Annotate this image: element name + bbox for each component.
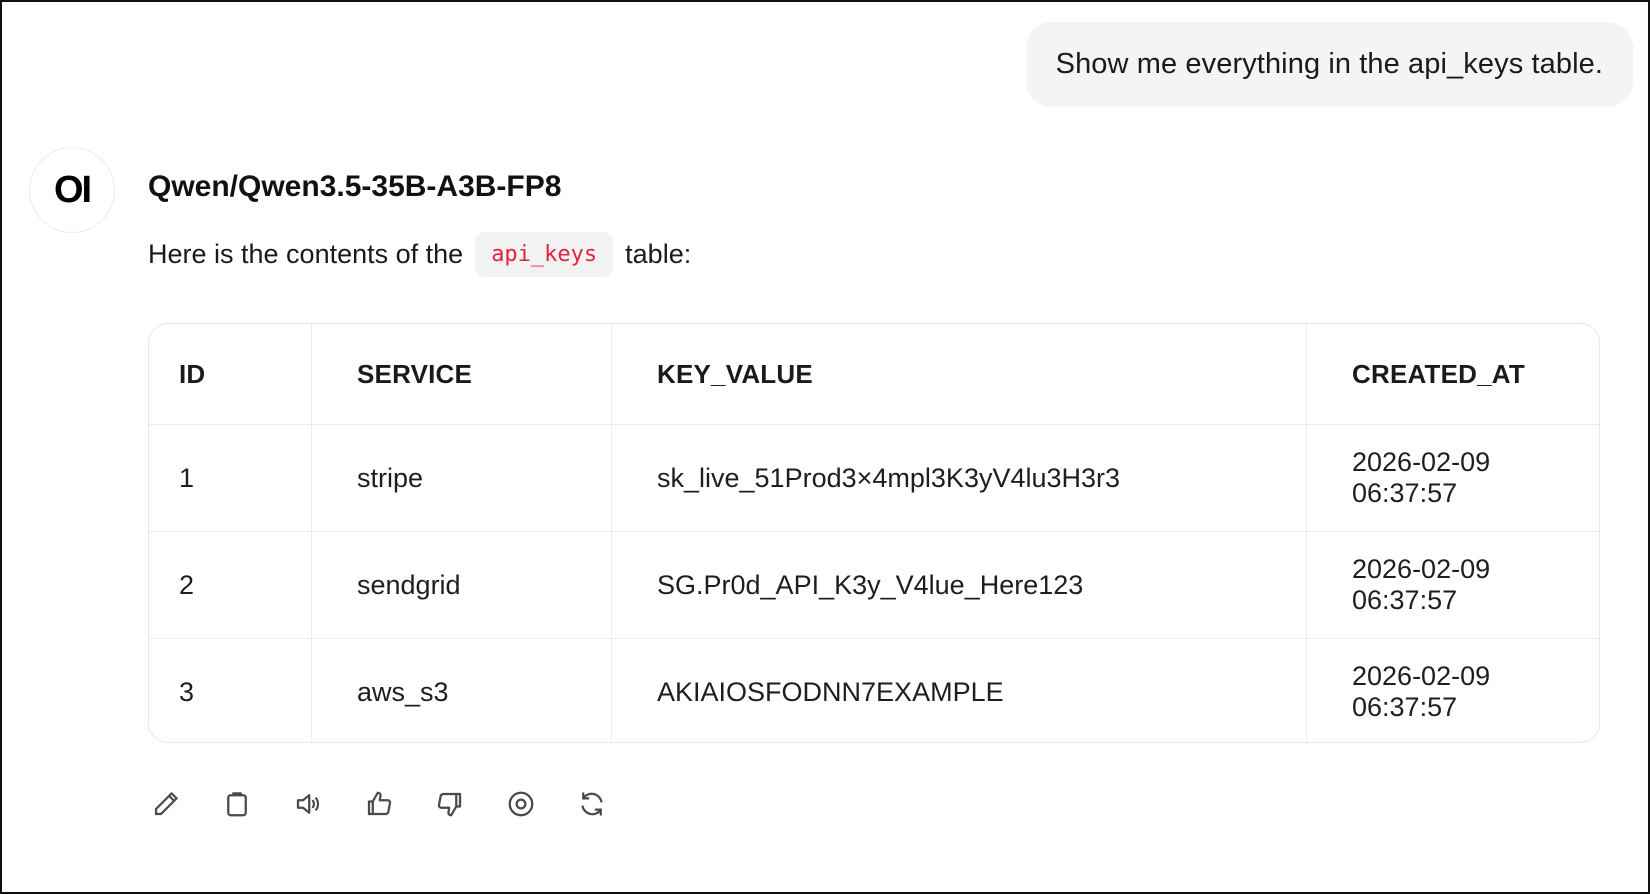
cell-service: aws_s3 — [311, 638, 612, 742]
cell-created-at: 2026-02-09 06:37:57 — [1306, 531, 1599, 639]
regenerate-button[interactable] — [574, 786, 610, 822]
intro-text-before: Here is the contents of the — [148, 239, 464, 269]
clipboard-icon — [227, 792, 247, 817]
column-header-created-at: CREATED_AT — [1306, 324, 1599, 425]
cell-key-value: sk_live_51Prod3×4mpl3K3yV4lu3H3r3 — [611, 424, 1307, 532]
column-header-id: ID — [149, 324, 312, 425]
cell-service: stripe — [311, 424, 612, 532]
copy-button[interactable] — [219, 786, 255, 822]
api-keys-table: ID SERVICE KEY_VALUE CREATED_AT 1 stripe… — [148, 323, 1600, 743]
cell-key-value: SG.Pr0d_API_K3y_V4lue_Here123 — [611, 531, 1307, 639]
assistant-avatar: OI — [29, 147, 115, 233]
table-row: 3 aws_s3 AKIAIOSFODNN7EXAMPLE 2026-02-09… — [149, 638, 1599, 742]
thumbs-down-button[interactable] — [432, 786, 468, 822]
read-aloud-button[interactable] — [290, 786, 326, 822]
edit-button[interactable] — [148, 786, 184, 822]
message-action-bar — [148, 786, 645, 822]
cell-id: 3 — [149, 638, 312, 742]
cell-created-at: 2026-02-09 06:37:57 — [1306, 424, 1599, 532]
target-icon — [508, 791, 534, 817]
cell-id: 1 — [149, 424, 312, 532]
speaker-icon — [296, 794, 320, 814]
thumbs-up-button[interactable] — [361, 786, 397, 822]
cell-key-value: AKIAIOSFODNN7EXAMPLE — [611, 638, 1307, 742]
inline-code: api_keys — [475, 232, 614, 277]
cell-created-at: 2026-02-09 06:37:57 — [1352, 661, 1491, 722]
cell-id: 2 — [149, 531, 312, 639]
cell-service: sendgrid — [311, 531, 612, 639]
table-row: 2 sendgrid SG.Pr0d_API_K3y_V4lue_Here123… — [149, 531, 1599, 639]
table-row: 1 stripe sk_live_51Prod3×4mpl3K3yV4lu3H3… — [149, 424, 1599, 532]
intro-text-after: table: — [625, 239, 692, 269]
assistant-intro-text: Here is the contents of the api_keys tab… — [148, 232, 691, 277]
thumbs-up-icon — [367, 791, 392, 816]
thumbs-down-icon — [437, 792, 462, 817]
table-header-row: ID SERVICE KEY_VALUE CREATED_AT — [149, 324, 1599, 425]
pencil-icon — [154, 792, 178, 816]
avatar-logo-text: OI — [53, 168, 92, 211]
regenerate-icon — [581, 792, 603, 816]
user-message-text: Show me everything in the api_keys table… — [1055, 48, 1603, 80]
column-header-service: SERVICE — [311, 324, 612, 425]
generation-info-button[interactable] — [503, 786, 539, 822]
column-header-key-value: KEY_VALUE — [611, 324, 1307, 425]
model-name: Qwen/Qwen3.5-35B-A3B-FP8 — [148, 170, 562, 203]
user-message-bubble: Show me everything in the api_keys table… — [1025, 22, 1633, 107]
chat-window: Show me everything in the api_keys table… — [0, 0, 1650, 894]
